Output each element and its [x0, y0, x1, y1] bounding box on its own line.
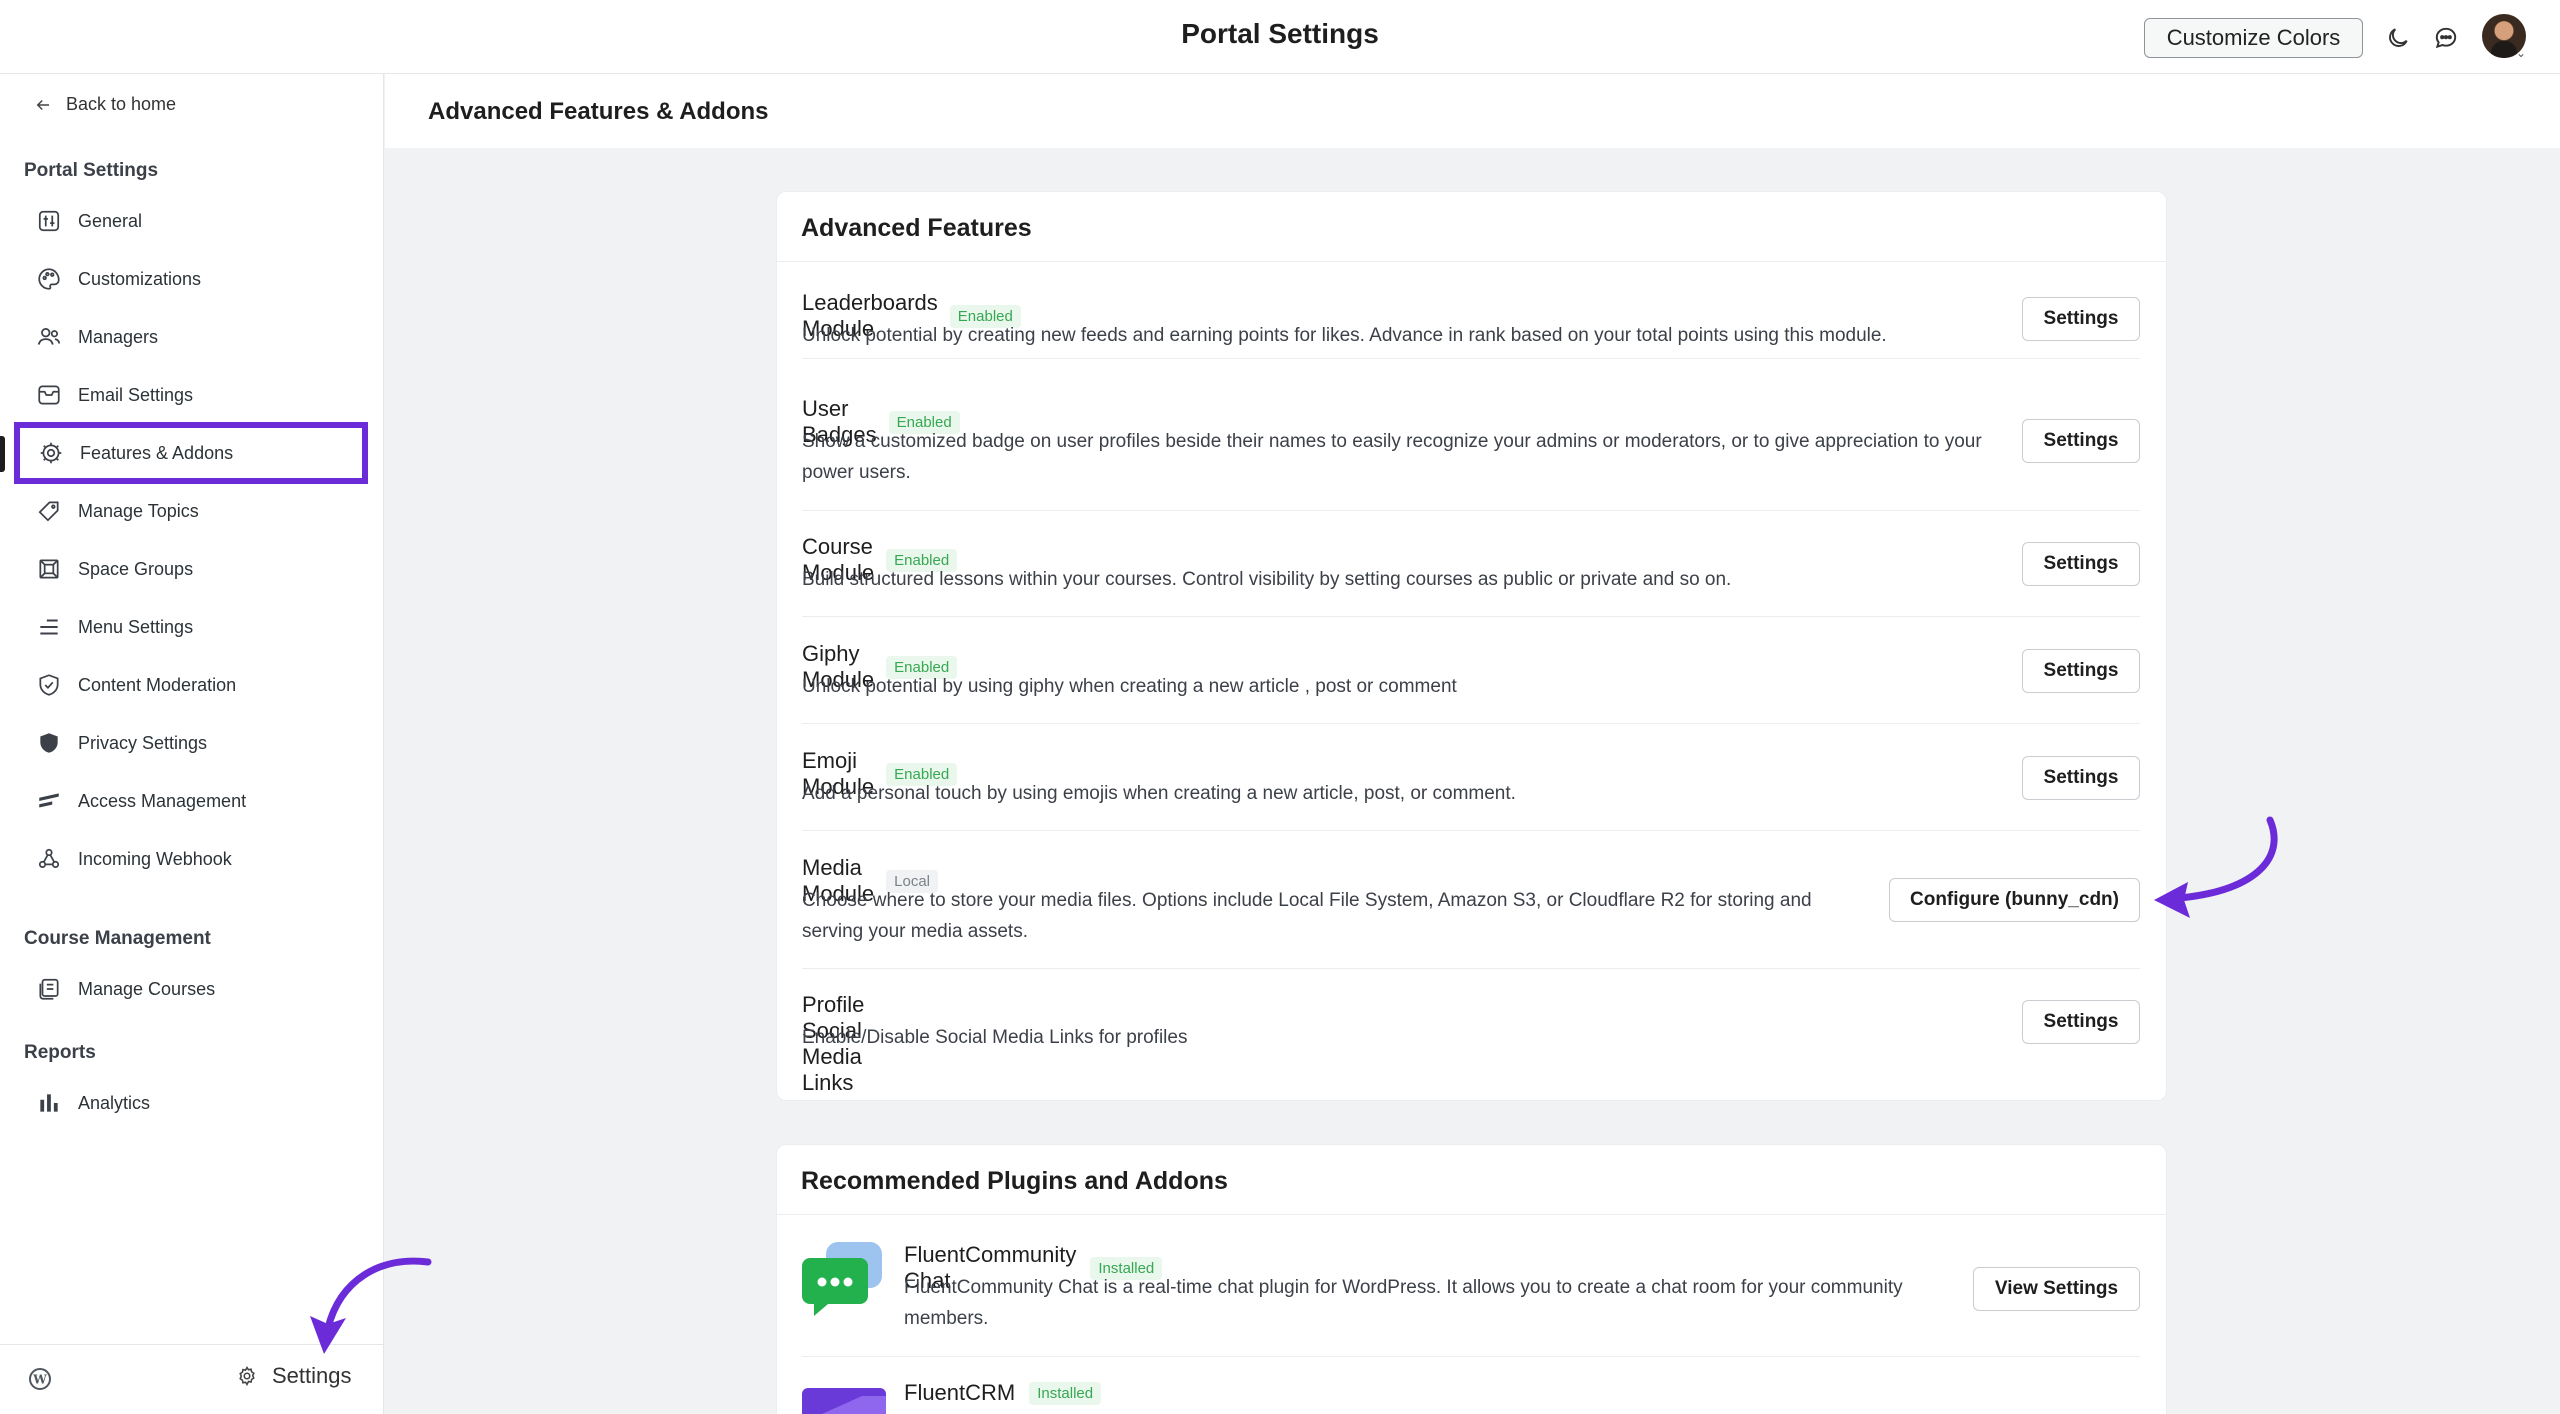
shield-check-icon — [39, 674, 59, 696]
shield-icon — [40, 733, 58, 753]
bar-chart-icon — [40, 1094, 58, 1112]
webhook-icon — [38, 848, 60, 868]
menu-icon — [40, 619, 58, 635]
sidebar-item-label: Managers — [78, 326, 159, 347]
sidebar-item-email-settings[interactable]: Email Settings — [18, 370, 364, 420]
plugin-name: FluentCRM — [904, 1380, 1016, 1405]
cog-chip-icon — [40, 442, 62, 464]
fluentcrm-icon — [802, 1388, 886, 1414]
plugin-description: FluentCommunity Chat is a real-time chat… — [904, 1277, 1903, 1329]
card-title: Recommended Plugins and Addons — [777, 1145, 2166, 1215]
chat-bubble-icon[interactable] — [2430, 22, 2462, 54]
back-to-home-link[interactable]: Back to home — [34, 94, 176, 115]
arrow-left-icon — [36, 99, 49, 110]
sidebar-heading-reports: Reports — [24, 1042, 96, 1063]
sidebar-item-customizations[interactable]: Customizations — [18, 254, 364, 304]
sidebar-item-access-management[interactable]: Access Management — [18, 776, 364, 826]
sidebar-item-manage-courses[interactable]: Manage Courses — [18, 964, 364, 1014]
gear-icon — [239, 1366, 255, 1386]
card-title: Advanced Features — [777, 192, 2166, 262]
svg-text:W: W — [32, 1373, 47, 1387]
feature-description: Unlock potential by using giphy when cre… — [802, 676, 1457, 697]
content-header: Advanced Features & Addons — [385, 74, 2560, 148]
sidebar-item-label: Customizations — [78, 268, 202, 289]
active-indicator — [0, 436, 5, 472]
sidebar-item-label: Manage Topics — [78, 500, 199, 521]
users-icon — [37, 328, 61, 345]
sidebar-item-label: Privacy Settings — [78, 732, 208, 753]
user-badges-settings-button[interactable]: Settings — [2022, 419, 2140, 463]
sidebar-item-label: Email Settings — [78, 384, 194, 405]
courses-icon — [39, 978, 59, 1000]
course-module-settings-button[interactable]: Settings — [2022, 542, 2140, 586]
sidebar-item-label: General — [78, 210, 143, 231]
giphy-module-settings-button[interactable]: Settings — [2022, 649, 2140, 693]
feature-description: Choose where to store your media files. … — [802, 890, 1812, 942]
sidebar-item-features-addons[interactable]: Features & Addons — [14, 422, 368, 484]
sidebar-item-content-moderation[interactable]: Content Moderation — [18, 660, 364, 710]
sidebar-item-label: Content Moderation — [78, 674, 237, 695]
feature-description: Add a personal touch by using emojis whe… — [802, 783, 1516, 804]
social-links-settings-button[interactable]: Settings — [2022, 1000, 2140, 1044]
customize-colors-button[interactable]: Customize Colors — [2144, 18, 2363, 58]
sidebar-item-label: Menu Settings — [78, 616, 194, 637]
tag-icon — [38, 501, 59, 522]
sidebar-item-label: Analytics — [78, 1092, 151, 1113]
feature-description: Unlock potential by creating new feeds a… — [802, 325, 1887, 346]
palette-icon — [38, 268, 60, 290]
footer-settings-label: Settings — [272, 1363, 352, 1388]
feature-description: Show a customized badge on user profiles… — [802, 431, 1982, 483]
sidebar-item-space-groups[interactable]: Space Groups — [18, 544, 364, 594]
sidebar-item-manage-topics[interactable]: Manage Topics — [18, 486, 364, 536]
sidebar-item-label: Space Groups — [78, 558, 194, 579]
sidebar-item-label: Access Management — [78, 790, 247, 811]
media-module-configure-button[interactable]: Configure (bunny_cdn) — [1889, 878, 2140, 922]
leaderboards-settings-button[interactable]: Settings — [2022, 297, 2140, 341]
status-badge: Installed — [1029, 1381, 1102, 1405]
sidebar-item-analytics[interactable]: Analytics — [18, 1078, 364, 1128]
sidebar-footer: W Settings — [0, 1344, 384, 1414]
mail-icon — [38, 385, 60, 405]
divider — [802, 723, 2140, 724]
sidebar: Back to home Portal Settings General Cus… — [0, 74, 384, 1414]
access-icon — [39, 793, 59, 808]
sidebar-item-managers[interactable]: Managers — [18, 312, 364, 362]
divider — [802, 830, 2140, 831]
emoji-module-settings-button[interactable]: Settings — [2022, 756, 2140, 800]
dark-mode-moon-icon[interactable] — [2382, 22, 2414, 54]
general-icon — [38, 210, 60, 232]
divider — [802, 1356, 2140, 1357]
fluentcommunity-chat-icon — [802, 1242, 882, 1316]
back-to-home-label: Back to home — [66, 94, 177, 114]
sidebar-item-label: Features & Addons — [80, 442, 234, 463]
view-settings-button[interactable]: View Settings — [1973, 1267, 2140, 1311]
footer-settings-button[interactable]: Settings — [236, 1363, 352, 1389]
divider — [802, 968, 2140, 969]
feature-description: Build structured lessons within your cou… — [802, 569, 1732, 590]
page-title: Advanced Features & Addons — [428, 98, 769, 125]
sidebar-item-menu-settings[interactable]: Menu Settings — [18, 602, 364, 652]
divider — [802, 616, 2140, 617]
divider — [802, 358, 2140, 359]
sidebar-heading-course-management: Course Management — [24, 928, 211, 949]
divider — [802, 510, 2140, 511]
sidebar-item-label: Manage Courses — [78, 978, 216, 999]
wordpress-logo-icon[interactable]: W — [28, 1367, 52, 1391]
sidebar-item-general[interactable]: General — [18, 196, 364, 246]
sidebar-item-privacy-settings[interactable]: Privacy Settings — [18, 718, 364, 768]
sidebar-heading-portal-settings: Portal Settings — [24, 160, 159, 181]
feature-description: Enable/Disable Social Media Links for pr… — [802, 1027, 1188, 1048]
sidebar-item-label: Incoming Webhook — [78, 848, 232, 869]
space-groups-icon — [39, 559, 59, 579]
chevron-down-icon[interactable]: ⌄ — [2516, 46, 2526, 60]
sidebar-item-incoming-webhook[interactable]: Incoming Webhook — [18, 834, 364, 884]
top-bar: Portal Settings Customize Colors ⌄ — [0, 0, 2560, 74]
